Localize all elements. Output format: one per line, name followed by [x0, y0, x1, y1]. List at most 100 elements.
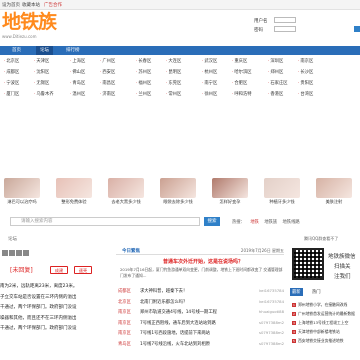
sidebar-list-text[interactable]: 天津地铁中部新楼地铁站	[298, 329, 340, 334]
nav-ranking[interactable]: 排行榜	[62, 46, 84, 55]
nav-home[interactable]: 首页	[8, 46, 25, 55]
region-link[interactable]: 厦门区	[4, 91, 19, 97]
sidebar-list-item[interactable]: 3 上海地铁13号线工程竣工上空	[292, 318, 360, 327]
region-link[interactable]: 石家庄区	[268, 80, 287, 86]
region-link[interactable]: 贵阳区	[298, 80, 313, 86]
new-post-button[interactable]: 速壳	[74, 266, 92, 274]
region-link[interactable]: 天津区	[34, 58, 49, 64]
news-text[interactable]: 求大神科普，越秦下去！	[140, 288, 187, 294]
site-logo[interactable]: 地铁族 www.Ditiezu.com	[0, 10, 70, 39]
region-link[interactable]: 南昌区	[100, 80, 115, 86]
region-link[interactable]: 武汉区	[202, 58, 217, 64]
region-link[interactable]: 呼和浩特	[232, 91, 251, 97]
search-input[interactable]: 请输入搜索内容	[10, 217, 200, 226]
region-link[interactable]: 哈尔滨区	[232, 69, 251, 75]
news-row[interactable]: 北京区 北南门附近乐都怎么吗？ kei16735784	[118, 299, 284, 310]
region-link[interactable]: 福州区	[136, 80, 151, 86]
news-text[interactable]: 北南门附近乐都怎么吗？	[140, 299, 187, 305]
news-row[interactable]: 南京区 7号线正西阻线，通车后到大连站站到路 s0797388m2	[118, 320, 284, 331]
news-text[interactable]: 1号线7号线沿线，火车北站到刘相原	[140, 341, 210, 347]
region-link[interactable]: 乌鲁木齐	[34, 91, 53, 97]
region-link[interactable]: 常州区	[166, 91, 181, 97]
set-home-link[interactable]: 设为首页	[2, 2, 20, 8]
region-link[interactable]: 长沙区	[298, 69, 313, 75]
ad-thumbnail[interactable]: 美肤注射	[316, 178, 352, 204]
ad-thumbnail[interactable]: 淋巴可以治疗吗	[4, 178, 40, 204]
region-link[interactable]: 杭州区	[202, 69, 217, 75]
featured-title[interactable]: 普通车次外迁开始，这是在说场吗？	[120, 258, 286, 265]
news-text[interactable]: 7号线正西阻线，通车后到大连站站到路	[140, 320, 216, 326]
sidebar-list-item[interactable]: 5 西安地铁交接业务推进地铁	[292, 336, 360, 345]
news-tag[interactable]: 北京区	[118, 299, 131, 305]
featured-news[interactable]: 普通车次外迁开始，这是在说场吗？ 2019年7月16日起，厦门钓鱼游通单双向变更…	[120, 258, 286, 279]
region-link[interactable]: 西安区	[100, 69, 115, 75]
news-tag[interactable]: 南京区	[118, 320, 131, 326]
breadcrumb[interactable]: 论坛	[8, 236, 17, 242]
hot-word[interactable]: 地铁	[250, 220, 259, 225]
news-tag[interactable]: 成都区	[118, 288, 131, 294]
region-link[interactable]: 青岛区	[70, 80, 85, 86]
region-link[interactable]: 无锡区	[34, 80, 49, 86]
region-link[interactable]: 南宁区	[202, 80, 217, 86]
sidebar-list-text[interactable]: 郑州地铁小学，在接触网改线	[298, 302, 347, 307]
region-link[interactable]: 苏州区	[136, 69, 151, 75]
region-link[interactable]: 徐州区	[202, 91, 217, 97]
pager-first-button[interactable]	[2, 250, 8, 256]
region-link[interactable]: 北京区	[4, 58, 19, 64]
region-link[interactable]: 沈阳区	[34, 69, 49, 75]
news-row[interactable]: 南京区 7号线1号西段施地，话提前下来两站 s0797388m2	[118, 330, 284, 341]
region-link[interactable]: 大连区	[166, 58, 181, 64]
news-tag[interactable]: 南京区	[118, 330, 131, 336]
ad-link[interactable]: 广告合作	[44, 2, 62, 8]
hot-word[interactable]: 地铁线路	[283, 220, 300, 225]
sidebar-list-item[interactable]: 4 天津地铁中部新楼地铁站	[292, 327, 360, 336]
sidebar-list-text[interactable]: 上海地铁13号线工程竣工上空	[298, 320, 348, 325]
region-link[interactable]: 温州区	[70, 91, 85, 97]
region-link[interactable]: 济南区	[100, 91, 115, 97]
news-row[interactable]: 成都区 求大神科普，越秦下去！ kei16735784	[118, 288, 284, 299]
qq-group-link[interactable]: 腾讯QQ群查看不了	[304, 236, 338, 242]
region-link[interactable]: 合肥区	[232, 80, 247, 86]
news-tag[interactable]: 南京区	[118, 309, 131, 315]
sidebar-list-item[interactable]: 2 广州地铁首发运营统计的最新数据	[292, 309, 360, 318]
region-link[interactable]: 台湾区	[298, 91, 313, 97]
nav-forum[interactable]: 论坛	[36, 46, 53, 55]
region-link[interactable]: 兰州区	[136, 91, 151, 97]
post-title[interactable]: [未回复]	[10, 265, 33, 274]
region-link[interactable]: 成都区	[4, 69, 19, 75]
login-button[interactable]	[354, 26, 360, 32]
tab-hot[interactable]: 热门	[310, 288, 323, 296]
ad-thumbnail[interactable]: 眼袋去除多少钱	[160, 178, 196, 204]
region-link[interactable]: 佛山区	[70, 69, 85, 75]
region-link[interactable]: 广州区	[100, 58, 115, 64]
news-row[interactable]: 青岛区 1号线7号线沿线，火车北站到刘相原 s0797388m2	[118, 341, 284, 352]
bookmark-link[interactable]: 收藏本站	[22, 2, 40, 8]
region-link[interactable]: 上海区	[70, 58, 85, 64]
news-row[interactable]: 南京区 郑州市轨道交通4号线，14号线一期工程 hhuaiguoti88	[118, 309, 284, 320]
pager-last-button[interactable]	[23, 250, 29, 256]
sidebar-list-text[interactable]: 广州地铁首发运营统计的最新数据	[298, 311, 355, 316]
ad-thumbnail[interactable]: 种植牙多少钱	[264, 178, 300, 204]
region-link[interactable]: 郑州区	[268, 69, 283, 75]
ad-thumbnail[interactable]: 整形免费体验	[56, 178, 92, 204]
region-link[interactable]: 深圳区	[268, 58, 283, 64]
region-link[interactable]: 南京区	[298, 58, 313, 64]
sidebar-list-item[interactable]: 1 郑州地铁小学，在接触网改线	[292, 300, 360, 309]
pager-prev-button[interactable]	[9, 250, 15, 256]
region-link[interactable]: 昆明区	[166, 69, 181, 75]
ad-thumbnail[interactable]: 去老大黑多少钱	[108, 178, 144, 204]
username-field[interactable]	[274, 17, 296, 23]
region-link[interactable]: 香港区	[268, 91, 283, 97]
region-link[interactable]: 宁波区	[4, 80, 19, 86]
news-text[interactable]: 7号线1号西段施地，话提前下来两站	[140, 330, 210, 336]
region-link[interactable]: 重庆区	[232, 58, 247, 64]
region-link[interactable]: 长春区	[136, 58, 151, 64]
news-tag[interactable]: 青岛区	[118, 341, 131, 347]
password-field[interactable]	[274, 26, 296, 32]
hot-word[interactable]: 地铁族	[264, 220, 277, 225]
region-link[interactable]: 东莞区	[166, 80, 181, 86]
tab-latest[interactable]: 最新	[290, 288, 303, 296]
sidebar-list-text[interactable]: 西安地铁交接业务推进地铁	[298, 338, 344, 343]
ad-thumbnail[interactable]: 怎样好变孕	[212, 178, 248, 204]
search-button[interactable]: 搜索	[204, 217, 220, 226]
